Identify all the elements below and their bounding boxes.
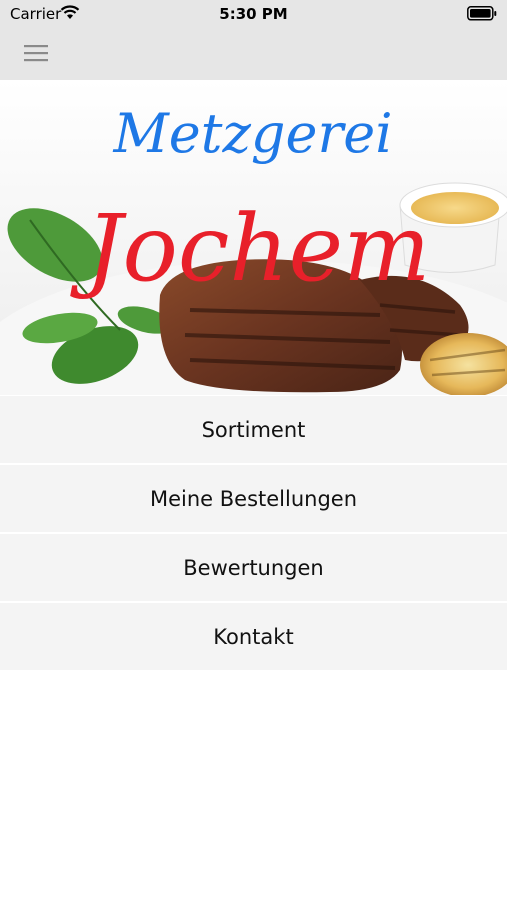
battery-icon (467, 6, 497, 21)
banner-title-line1: Metzgerei (113, 102, 393, 165)
clock: 5:30 PM (219, 5, 288, 23)
banner-image: Metzgerei Jochem (0, 80, 507, 395)
menu-item-meine-bestellungen[interactable]: Meine Bestellungen (0, 465, 507, 534)
main-menu: Sortiment Meine Bestellungen Bewertungen… (0, 396, 507, 672)
menu-item-sortiment[interactable]: Sortiment (0, 396, 507, 465)
menu-item-kontakt[interactable]: Kontakt (0, 603, 507, 672)
menu-item-bewertungen[interactable]: Bewertungen (0, 534, 507, 603)
status-bar: Carrier 5:30 PM (0, 0, 507, 28)
banner-title-line2: Jochem (70, 195, 431, 302)
hamburger-menu-icon (24, 45, 48, 62)
menu-button[interactable] (20, 40, 54, 68)
header-banner: Metzgerei Jochem (0, 80, 507, 395)
navigation-bar (0, 28, 507, 80)
